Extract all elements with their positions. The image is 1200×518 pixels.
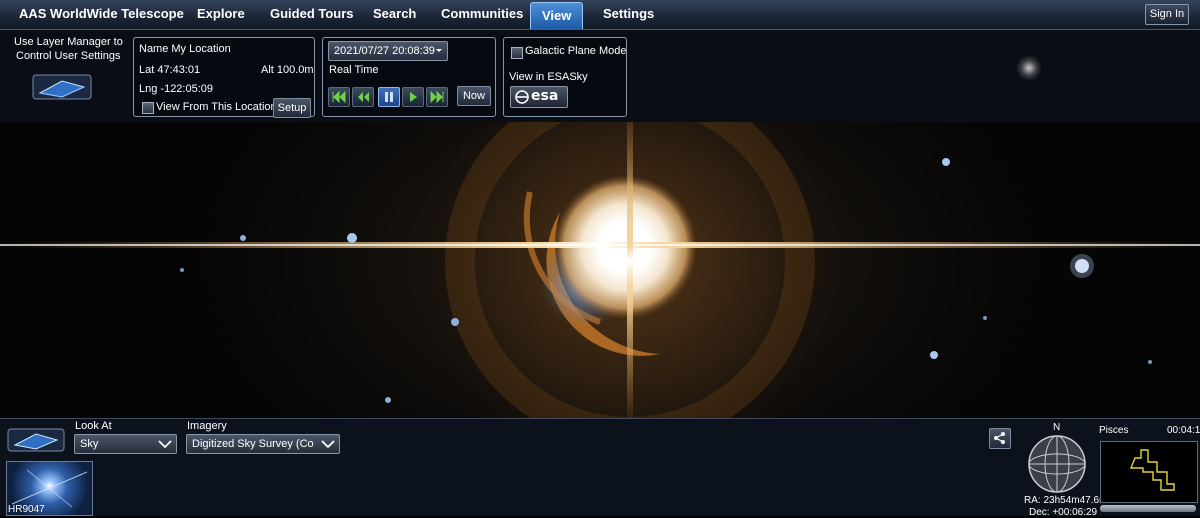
name-my-location-link[interactable]: Name My Location [139, 43, 231, 55]
chevron-down-icon [158, 440, 172, 449]
layer-manager-icon [7, 428, 65, 452]
menu-guided-tours[interactable]: Guided Tours [270, 0, 354, 28]
time-pause-icon [385, 92, 393, 102]
location-group: Name My Location Lat 47:43:01 Alt 100.0m… [133, 37, 315, 118]
menu-bar: AAS WorldWide Telescope Explore Guided T… [0, 0, 1200, 30]
thumbnail-label: HR9047 [8, 504, 45, 515]
time-play-icon [410, 92, 417, 102]
time-group: 2021/07/27 20:08:39 Real Time Now [322, 37, 496, 117]
sign-in-button[interactable]: Sign In [1145, 4, 1189, 25]
esa-logo-text: esa [531, 88, 559, 104]
sky-view[interactable] [0, 122, 1200, 418]
pause-button[interactable] [378, 87, 400, 107]
view-from-location-label: View From This Location [156, 101, 277, 113]
sky-image [0, 122, 1200, 418]
menu-communities[interactable]: Communities [441, 0, 523, 28]
chevron-down-icon [321, 440, 335, 449]
menu-view[interactable]: View [530, 2, 584, 29]
layer-manager-icon [32, 74, 92, 100]
fast-forward-button[interactable] [426, 87, 448, 107]
look-at-dropdown[interactable]: Sky [74, 434, 177, 454]
menu-search[interactable]: Search [373, 0, 416, 28]
rewind-button[interactable] [352, 87, 374, 107]
dec-readout: Dec: +00:06:29 [1029, 507, 1098, 518]
share-icon [994, 432, 1005, 444]
imagery-label: Imagery [187, 420, 227, 432]
time-mode-label: Real Time [329, 64, 379, 76]
datetime-dropdown[interactable]: 2021/07/27 20:08:39 [328, 41, 448, 61]
galactic-plane-mode-label: Galactic Plane Mode [525, 45, 627, 57]
ra-readout: RA: 23h54m47.6s [1024, 495, 1105, 506]
chevron-down-icon [436, 49, 442, 52]
time-rewind-icon [358, 92, 369, 102]
esasky-button[interactable]: esa [510, 86, 568, 108]
context-thumbnail[interactable]: HR9047 [6, 461, 93, 516]
constellation-name: Pisces [1099, 425, 1129, 436]
view-in-esasky-label: View in ESASky [509, 71, 588, 83]
latitude-value: Lat 47:43:01 [139, 64, 201, 76]
bottom-panel: Look At Sky Imagery Digitized Sky Survey… [0, 418, 1200, 518]
fast-rewind-button[interactable] [328, 87, 350, 107]
time-fast-rewind-icon [332, 91, 346, 103]
time-fast-forward-icon [430, 91, 444, 103]
view-from-location-checkbox[interactable] [142, 102, 154, 114]
constellation-outline [1129, 449, 1175, 491]
layer-manager-hint-line1: Use Layer Manager to [14, 36, 123, 48]
altitude-value: Alt 100.0m [261, 64, 314, 76]
imagery-value: Digitized Sky Survey (Colo [192, 438, 314, 450]
play-button[interactable] [402, 87, 424, 107]
explore-collection-button[interactable] [7, 428, 65, 452]
timeline-slider[interactable] [1100, 505, 1196, 512]
datetime-value: 2021/07/27 20:08:39 [334, 45, 435, 57]
timer-readout: 00:04:16 [1167, 425, 1200, 436]
constellation-mini-map[interactable] [1100, 441, 1198, 503]
menu-explore[interactable]: Explore [197, 0, 245, 28]
layer-manager-button[interactable] [32, 74, 92, 100]
share-button[interactable] [989, 428, 1011, 449]
layer-manager-hint-line2: Control User Settings [16, 50, 121, 62]
view-ribbon: Use Layer Manager to Control User Settin… [0, 30, 1200, 122]
galactic-plane-mode-checkbox[interactable] [511, 47, 523, 59]
galactic-group: Galactic Plane Mode View in ESASky esa [503, 37, 627, 117]
imagery-dropdown[interactable]: Digitized Sky Survey (Colo [186, 434, 340, 454]
app-title-menu[interactable]: AAS WorldWide Telescope [19, 0, 184, 28]
star-through-panel [1016, 55, 1042, 81]
now-button[interactable]: Now [457, 86, 491, 106]
menu-settings[interactable]: Settings [603, 0, 654, 28]
globe-compass-icon[interactable] [1027, 434, 1087, 494]
esa-logo-icon [515, 90, 529, 104]
look-at-value: Sky [80, 438, 99, 450]
look-at-label: Look At [75, 420, 112, 432]
compass-north-label: N [1053, 422, 1061, 433]
setup-button[interactable]: Setup [273, 98, 311, 118]
longitude-value: Lng -122:05:09 [139, 83, 214, 95]
